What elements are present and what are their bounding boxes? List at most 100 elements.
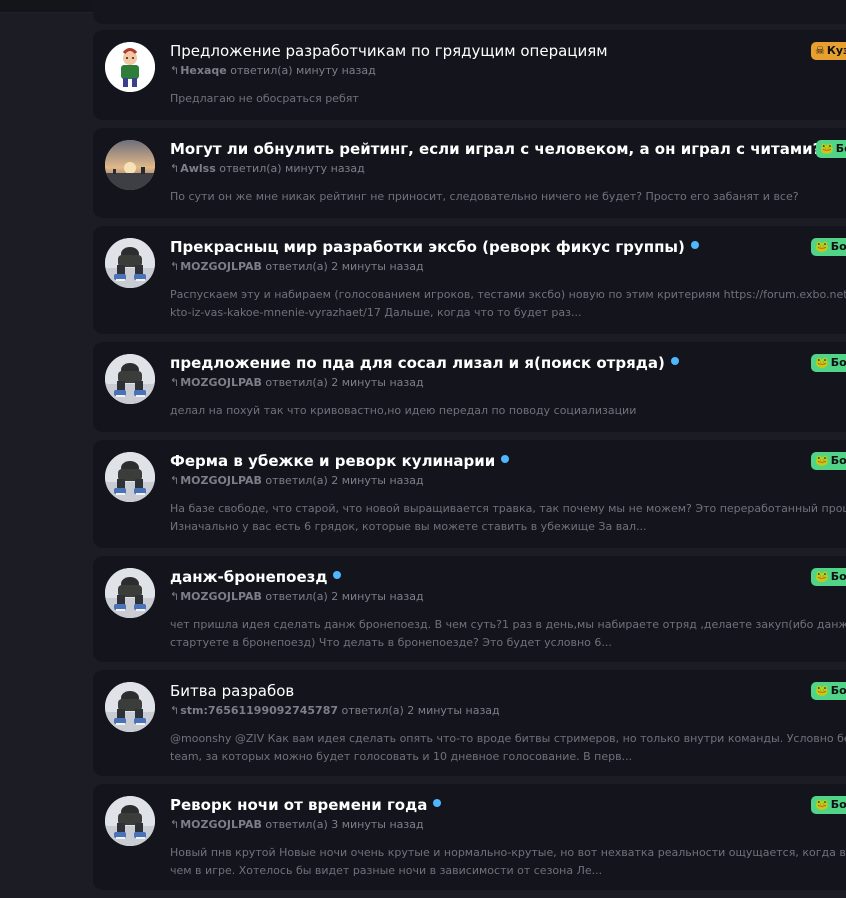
user-avatar[interactable] xyxy=(105,796,155,846)
topic-card[interactable]: Битва разрабов ↰stm:76561199092745787 отв… xyxy=(93,670,846,776)
tag-badge[interactable]: 🐸Бол xyxy=(811,568,846,586)
tag-badge[interactable]: 🐸Бол xyxy=(811,796,846,814)
reply-icon: ↰ xyxy=(170,474,180,487)
topic-excerpt: По сути он же мне никак рейтинг не прино… xyxy=(170,188,846,206)
topic-title[interactable]: Битва разрабов xyxy=(170,682,294,700)
topic-excerpt: чет пришла идея сделать данж бронепоезд.… xyxy=(170,616,846,652)
frog-icon: 🐸 xyxy=(815,356,829,369)
topic-title[interactable]: Ферма в убежке и реворк кулинарии xyxy=(170,452,510,470)
topic-excerpt: На базе свободе, что старой, что новой в… xyxy=(170,500,846,536)
frog-icon: 🐸 xyxy=(815,570,829,583)
previous-topic-card[interactable] xyxy=(93,0,846,24)
user-avatar[interactable] xyxy=(105,682,155,732)
reply-icon: ↰ xyxy=(170,260,180,273)
topic-meta: ↰MOZGOJLPAB ответил(а) 2 минуты назад xyxy=(170,474,424,487)
topic-title-text[interactable]: Могут ли обнулить рейтинг, если играл с … xyxy=(170,140,821,158)
excerpt-line: Новый пнв крутой Новые ночи очень крутые… xyxy=(170,846,846,859)
user-avatar[interactable] xyxy=(105,452,155,502)
author-name[interactable]: MOZGOJLPAB xyxy=(180,474,262,487)
topic-meta: ↰MOZGOJLPAB ответил(а) 2 минуты назад xyxy=(170,590,424,603)
tag-badge[interactable]: 🐸Бол xyxy=(816,140,846,158)
topic-list: Предложение разработчикам по грядущим оп… xyxy=(93,30,846,898)
topic-card[interactable]: Ферма в убежке и реворк кулинарии ↰MOZGOJ… xyxy=(93,440,846,548)
topic-card[interactable]: предложение по пда для сосал лизал и я(п… xyxy=(93,342,846,432)
reply-time[interactable]: ответил(а) 2 минуты назад xyxy=(262,590,423,603)
topic-title[interactable]: Прекрасныц мир разработки эксбо (реворк … xyxy=(170,238,699,256)
topic-card[interactable]: Могут ли обнулить рейтинг, если играл с … xyxy=(93,128,846,218)
topic-card[interactable]: данж-бронепоезд ↰MOZGOJLPAB ответил(а) 2 … xyxy=(93,556,846,662)
author-name[interactable]: MOZGOJLPAB xyxy=(180,376,262,389)
topic-title-text[interactable]: предложение по пда для сосал лизал и я(п… xyxy=(170,354,665,372)
excerpt-line: Распускаем эту и набираем (голосованием … xyxy=(170,288,846,301)
excerpt-line: стартуете в бронепоезд) Что делать в бро… xyxy=(170,636,612,649)
reply-time[interactable]: ответил(а) 2 минуты назад xyxy=(262,260,423,273)
reply-icon: ↰ xyxy=(170,64,180,77)
frog-icon: 🐸 xyxy=(815,454,829,467)
tag-label: Бол xyxy=(830,356,846,369)
user-avatar[interactable] xyxy=(105,238,155,288)
unread-indicator xyxy=(501,455,510,463)
topic-title-text[interactable]: Предложение разработчикам по грядущим оп… xyxy=(170,42,608,60)
topic-excerpt: делал на похуй так что криво​вастно,но и… xyxy=(170,402,846,420)
topic-title[interactable]: данж-бронепоезд xyxy=(170,568,342,586)
tag-label: Бол xyxy=(830,454,846,467)
author-name[interactable]: Awlss xyxy=(180,162,216,175)
user-avatar[interactable] xyxy=(105,568,155,618)
reply-time[interactable]: ответил(а) 2 минуты назад xyxy=(338,704,499,717)
frog-icon: 🐸 xyxy=(815,240,829,253)
reply-icon: ↰ xyxy=(170,376,180,389)
topic-meta: ↰Hexaqe ответил(а) минуту назад xyxy=(170,64,376,77)
topic-title[interactable]: Предложение разработчикам по грядущим оп… xyxy=(170,42,608,60)
topic-meta: ↰MOZGOJLPAB ответил(а) 2 минуты назад xyxy=(170,260,424,273)
frog-icon: 🐸 xyxy=(815,798,829,811)
reply-time[interactable]: ответил(а) минуту назад xyxy=(227,64,376,77)
tag-label: Бол xyxy=(830,570,846,583)
topic-title-text[interactable]: Битва разрабов xyxy=(170,682,294,700)
topic-title-text[interactable]: данж-бронепоезд xyxy=(170,568,327,586)
author-name[interactable]: MOZGOJLPAB xyxy=(180,260,262,273)
topic-meta: ↰stm:76561199092745787 ответил(а) 2 мину… xyxy=(170,704,500,717)
tag-badge[interactable]: 🐸Бол xyxy=(811,238,846,256)
author-name[interactable]: MOZGOJLPAB xyxy=(180,818,262,831)
unread-indicator xyxy=(670,357,679,365)
topic-title[interactable]: предложение по пда для сосал лизал и я(п… xyxy=(170,354,679,372)
author-name[interactable]: MOZGOJLPAB xyxy=(180,590,262,603)
reply-time[interactable]: ответил(а) минуту назад xyxy=(216,162,365,175)
topic-card[interactable]: Предложение разработчикам по грядущим оп… xyxy=(93,30,846,120)
tag-label: Бол xyxy=(830,240,846,253)
reply-time[interactable]: ответил(а) 3 минуты назад xyxy=(262,818,423,831)
topic-title-text[interactable]: Реворк ночи от времени года xyxy=(170,796,427,814)
user-avatar[interactable] xyxy=(105,354,155,404)
user-avatar[interactable] xyxy=(105,42,155,92)
reply-time[interactable]: ответил(а) 2 минуты назад xyxy=(262,376,423,389)
topic-title[interactable]: Могут ли обнулить рейтинг, если играл с … xyxy=(170,140,836,158)
excerpt-line: Изначально у вас есть 6 грядок, которые … xyxy=(170,520,647,533)
topic-meta: ↰MOZGOJLPAB ответил(а) 3 минуты назад xyxy=(170,818,424,831)
author-name[interactable]: Hexaqe xyxy=(180,64,227,77)
topic-title[interactable]: Реворк ночи от времени года xyxy=(170,796,442,814)
topic-card[interactable]: Реворк ночи от времени года ↰MOZGOJLPAB о… xyxy=(93,784,846,890)
frog-icon: 🐸 xyxy=(815,684,829,697)
excerpt-line: @moonshy @ZIV Как вам идея сделать опять… xyxy=(170,732,846,745)
tag-label: Бол xyxy=(830,798,846,811)
tag-label: Бол xyxy=(830,684,846,697)
user-avatar[interactable] xyxy=(105,140,155,190)
topic-card[interactable]: Прекрасныц мир разработки эксбо (реворк … xyxy=(93,226,846,334)
tag-badge[interactable]: 🐸Бол xyxy=(811,682,846,700)
topic-excerpt: Распускаем эту и набираем (голосованием … xyxy=(170,286,846,322)
excerpt-line: На базе свободе, что старой, что новой в… xyxy=(170,502,846,515)
topic-excerpt: Предлагаю не обосраться ребят xyxy=(170,90,846,108)
tag-badge[interactable]: 🐸Бол xyxy=(811,354,846,372)
topic-title-text[interactable]: Прекрасныц мир разработки эксбо (реворк … xyxy=(170,238,685,256)
reply-icon: ↰ xyxy=(170,704,180,717)
tag-badge[interactable]: 🐸Бол xyxy=(811,452,846,470)
topic-meta: ↰MOZGOJLPAB ответил(а) 2 минуты назад xyxy=(170,376,424,389)
excerpt-line: team, за которых можно будет голосовать … xyxy=(170,750,633,763)
reply-icon: ↰ xyxy=(170,818,180,831)
tag-label: Бол xyxy=(835,142,846,155)
topic-title-text[interactable]: Ферма в убежке и реворк кулинарии xyxy=(170,452,495,470)
reply-time[interactable]: ответил(а) 2 минуты назад xyxy=(262,474,423,487)
author-name[interactable]: stm:76561199092745787 xyxy=(180,704,338,717)
tag-badge[interactable]: ☠Куз xyxy=(811,42,846,60)
skull-icon: ☠ xyxy=(815,44,825,57)
